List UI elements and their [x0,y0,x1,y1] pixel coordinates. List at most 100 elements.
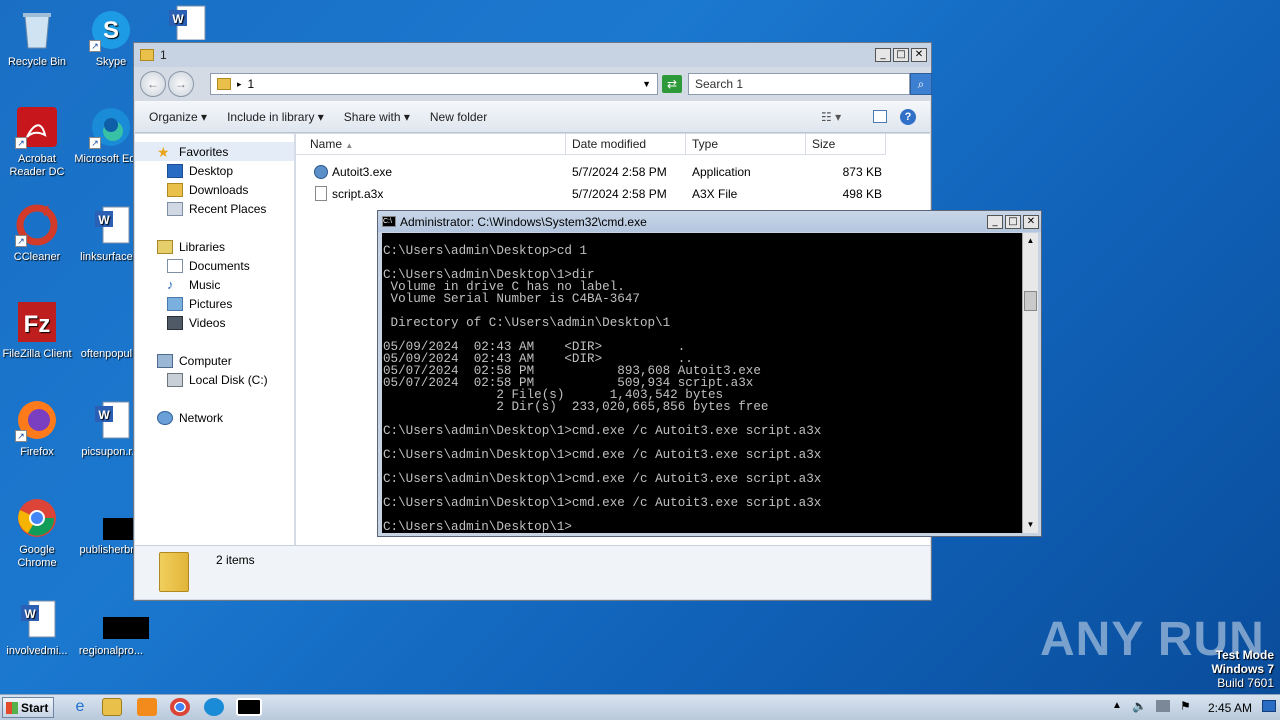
nav-libraries[interactable]: Libraries [135,237,294,256]
svg-text:W: W [24,607,36,621]
close-button[interactable]: ✕ [1023,214,1039,229]
desktop-icon-regionalpro[interactable]: regionalpro... [74,597,149,658]
search-input[interactable]: Search 1 [688,73,910,95]
shortcut-arrow-icon: ↗ [89,137,101,149]
word-document-icon: W [89,203,133,247]
share-with-button[interactable]: Share with ▾ [344,110,410,124]
edge-taskbar-icon[interactable] [204,698,224,716]
back-button[interactable]: ← [140,71,166,97]
preview-pane-icon[interactable] [873,110,887,123]
start-button[interactable]: Start [2,697,54,718]
nav-downloads[interactable]: Downloads [135,180,294,199]
star-icon: ★ [157,143,170,160]
recycle-bin-icon [15,8,59,52]
column-date-modified[interactable]: Date modified [566,134,686,155]
console-line: C:\Users\admin\Desktop\1>cmd.exe /c Auto… [383,448,822,462]
breadcrumb-arrow-icon[interactable]: ▸ [237,79,242,90]
desktop-icon-recycle-bin[interactable]: Recycle Bin [0,8,74,69]
clock[interactable]: 2:45 AM [1208,701,1252,715]
help-icon[interactable]: ? [900,108,916,125]
vertical-scrollbar[interactable]: ▲ ▼ [1022,233,1038,533]
cmd-icon: C:\ [382,216,396,227]
nav-music[interactable]: ♪ Music [135,275,294,294]
console-line: Volume Serial Number is C4BA-3647 [383,292,640,306]
flag-icon[interactable]: ⚑ [1180,699,1191,713]
address-row: ← → ▸ 1 ▼ ⇄ Search 1 ⌕ [140,69,932,99]
nav-desktop[interactable]: Desktop [135,161,294,180]
new-folder-button[interactable]: New folder [430,110,487,124]
desktop-icon-acrobat[interactable]: ↗ Acrobat Reader DC [0,105,74,179]
desktop-icon-filezilla[interactable]: Fz FileZilla Client [0,300,74,361]
desktop-icon-firefox[interactable]: ↗ Firefox [0,398,74,459]
refresh-icon[interactable]: ⇄ [662,75,682,93]
network-tray-icon[interactable] [1156,700,1170,712]
file-row[interactable]: script.a3x 5/7/2024 2:58 PM A3X File 498… [296,184,896,204]
show-desktop-button[interactable] [1262,700,1276,712]
volume-icon[interactable]: 🔈 [1132,699,1147,713]
address-text: 1 [247,77,255,91]
cmd-window[interactable]: C:\ Administrator: C:\Windows\System32\c… [377,210,1042,537]
scroll-thumb[interactable] [1024,291,1037,311]
svg-text:W: W [172,12,184,26]
forward-button[interactable]: → [168,71,194,97]
console-line: 2 Dir(s) 233,020,665,856 bytes free [383,400,769,414]
cmd-taskbar-icon[interactable] [236,698,262,716]
cmd-titlebar[interactable]: C:\ Administrator: C:\Windows\System32\c… [378,211,1041,232]
nav-favorites[interactable]: ★ Favorites [135,142,294,161]
network-icon [157,410,173,425]
scroll-up-arrow-icon[interactable]: ▲ [1023,233,1038,249]
nav-pictures[interactable]: Pictures [135,294,294,313]
view-options-icon[interactable]: ☷ ▾ [821,110,841,124]
shortcut-arrow-icon: ↗ [15,430,27,442]
column-name[interactable]: Name ▲ [296,134,566,155]
nav-computer[interactable]: Computer [135,351,294,370]
explorer-title: 1 [160,48,167,62]
desktop-icon-chrome[interactable]: Google Chrome [0,496,74,570]
pictures-icon [167,296,183,311]
word-document-icon: W [165,0,209,44]
autoit-icon [314,165,328,179]
desktop-icon-word-top[interactable]: W [150,0,224,48]
ie-icon[interactable]: e [70,698,90,716]
folder-icon [140,49,154,61]
word-document-icon: W [89,398,133,442]
address-dropdown-icon[interactable]: ▼ [642,79,651,89]
file-row[interactable]: Autoit3.exe 5/7/2024 2:58 PM Application… [296,162,896,182]
edge-icon: ↗ [89,105,133,149]
column-size[interactable]: Size [806,134,886,155]
scroll-down-arrow-icon[interactable]: ▼ [1023,517,1038,533]
nav-documents[interactable]: Documents [135,256,294,275]
organize-button[interactable]: Organize ▾ [149,110,207,124]
item-count: 2 items [216,553,255,567]
search-icon[interactable]: ⌕ [910,73,932,95]
black-thumbnail-icon [89,496,149,540]
console-line: Directory of C:\Users\admin\Desktop\1 [383,316,671,330]
nav-local-disk[interactable]: Local Disk (C:) [135,370,294,389]
explorer-taskbar-icon[interactable] [102,698,122,716]
chrome-taskbar-icon[interactable] [170,698,190,716]
nav-recent-places[interactable]: Recent Places [135,199,294,218]
black-thumbnail-icon [89,597,149,641]
shortcut-arrow-icon: ↗ [89,40,101,52]
svg-text:W: W [98,408,110,422]
navigation-pane: ★ Favorites Desktop Downloads Recent Pla… [135,134,295,545]
nav-videos[interactable]: Videos [135,313,294,332]
include-in-library-button[interactable]: Include in library ▾ [227,110,324,124]
windows-logo-icon [6,701,18,714]
nav-network[interactable]: Network [135,408,294,427]
svg-text:S: S [103,17,119,44]
minimize-button[interactable]: _ [987,214,1003,229]
address-bar[interactable]: ▸ 1 ▼ [210,73,658,95]
desktop-icon-ccleaner[interactable]: ↗ CCleaner [0,203,74,264]
console-output[interactable]: C:\Users\admin\Desktop>cd 1 C:\Users\admi… [382,233,1024,533]
maximize-button[interactable]: □ [1005,214,1021,229]
skype-icon: S ↗ [89,8,133,52]
explorer-titlebar[interactable]: 1 _ □ ✕ [134,43,931,67]
desktop-icon-involvedmi[interactable]: W involvedmi... [0,597,74,658]
minimize-button[interactable]: _ [875,48,891,62]
media-player-icon[interactable] [137,698,157,716]
maximize-button[interactable]: □ [893,48,909,62]
close-button[interactable]: ✕ [911,48,927,62]
tray-expand-icon[interactable]: ▲ [1112,700,1122,711]
column-type[interactable]: Type [686,134,806,155]
